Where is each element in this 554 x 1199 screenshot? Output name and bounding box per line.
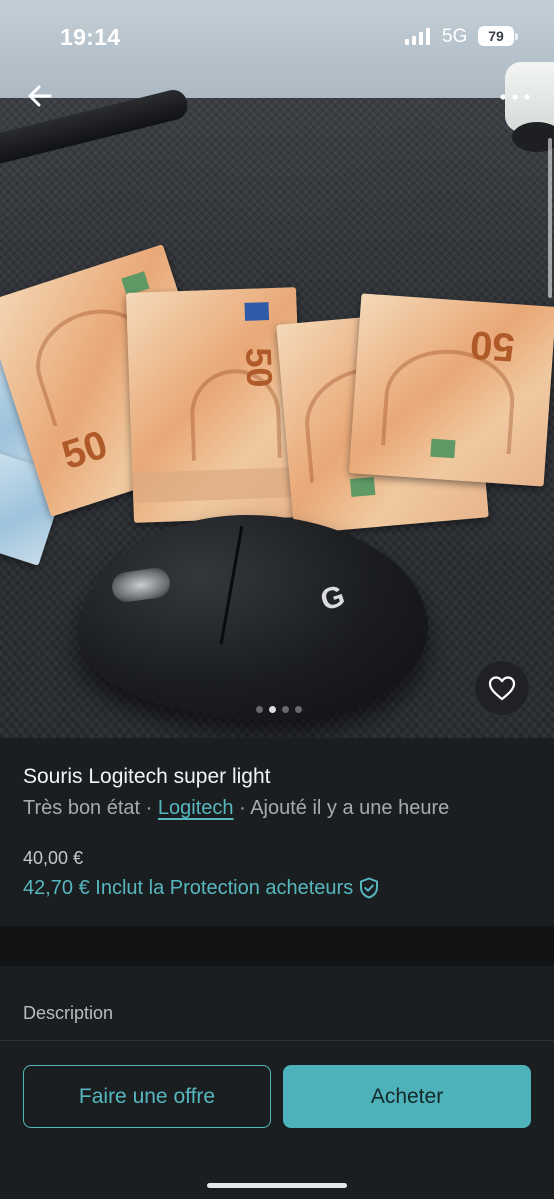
action-bar: Faire une offre Acheter bbox=[0, 1041, 554, 1199]
back-button[interactable] bbox=[24, 80, 56, 112]
buyer-protection-price[interactable]: 42,70 € Inclut la Protection acheteurs bbox=[23, 876, 381, 900]
battery-icon: 79 bbox=[478, 26, 514, 46]
gallery-pagination[interactable] bbox=[256, 706, 302, 713]
brand-link[interactable]: Logitech bbox=[158, 797, 234, 819]
buy-button[interactable]: Acheter bbox=[283, 1065, 531, 1128]
item-title: Souris Logitech super light bbox=[23, 765, 270, 789]
heart-icon bbox=[487, 674, 517, 702]
item-price: 40,00 € bbox=[23, 848, 83, 869]
gallery-dot[interactable] bbox=[282, 706, 289, 713]
shield-check-icon bbox=[357, 876, 381, 900]
more-options-button[interactable] bbox=[497, 85, 533, 109]
meta-separator: · bbox=[239, 797, 246, 819]
status-time: 19:14 bbox=[60, 24, 120, 51]
item-meta: Très bon état · Logitech · Ajouté il y a… bbox=[23, 797, 449, 820]
arrow-left-icon bbox=[24, 80, 56, 112]
meta-separator: · bbox=[146, 797, 153, 819]
description-section: Description bbox=[0, 966, 554, 1041]
home-indicator[interactable] bbox=[207, 1183, 347, 1188]
section-separator bbox=[0, 926, 554, 966]
gallery-dot[interactable] bbox=[295, 706, 302, 713]
listing-photo[interactable]: 50 50 50 G bbox=[0, 0, 554, 738]
favorite-button[interactable] bbox=[474, 660, 530, 716]
item-condition: Très bon état bbox=[23, 797, 140, 819]
banknote-50: 50 bbox=[349, 293, 554, 486]
price-with-protection: 42,70 € Inclut la Protection acheteurs bbox=[23, 877, 353, 900]
gallery-dot[interactable] bbox=[256, 706, 263, 713]
make-offer-button[interactable]: Faire une offre bbox=[23, 1065, 271, 1128]
gallery-dot-active[interactable] bbox=[269, 706, 276, 713]
scrollbar[interactable] bbox=[548, 138, 552, 298]
item-added-time: Ajouté il y a une heure bbox=[250, 797, 449, 819]
more-horizontal-icon bbox=[497, 85, 533, 109]
signal-strength-icon bbox=[405, 28, 430, 45]
status-bar: 19:14 5G 79 bbox=[0, 0, 554, 70]
description-label: Description bbox=[23, 1003, 113, 1024]
item-info: Souris Logitech super light Très bon éta… bbox=[0, 738, 554, 926]
banknote-50: 50 bbox=[126, 287, 304, 523]
network-type: 5G bbox=[442, 26, 467, 48]
